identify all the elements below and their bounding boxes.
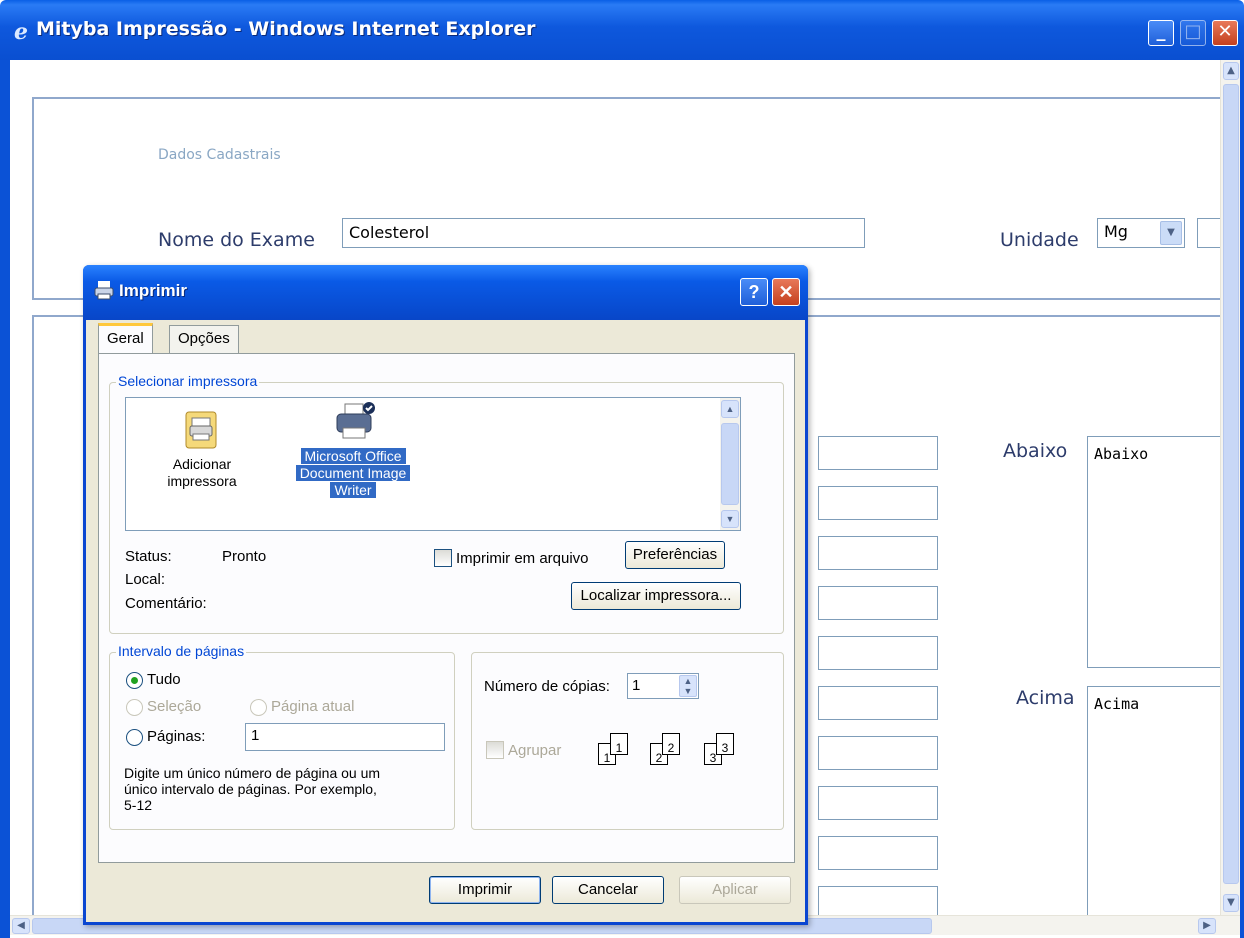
collate-page-icon: 1 [610,733,628,755]
dialog-title: Imprimir [119,281,188,300]
printer-label: Adicionar [172,456,232,472]
pages-hint-line: 5-12 [124,797,153,813]
value-field[interactable] [818,886,938,915]
print-to-file-checkbox[interactable] [434,549,452,567]
copies-label: Número de cópias: [484,678,610,695]
printer-icon [93,279,115,301]
below-label: Abaixo [1003,440,1068,462]
tab-page-geral: Selecionar impressora Adicionar impresso… [98,353,795,863]
collate-checkbox[interactable] [486,741,504,759]
above-label: Acima [1016,687,1075,709]
scroll-down-icon[interactable]: ▼ [1223,894,1239,912]
collate-label: Agrupar [508,742,562,759]
copies-spinner[interactable]: 1 ▲ ▼ [627,673,699,699]
find-printer-button[interactable]: Localizar impressora... [571,582,741,610]
internet-explorer-icon: e [14,19,28,45]
range-selection-radio[interactable] [126,699,143,716]
page-range-title: Intervalo de páginas [116,643,247,659]
tab-opcoes[interactable]: Opções [169,325,239,353]
printer-group-title: Selecionar impressora [116,373,260,389]
range-selection-label: Seleção [147,698,202,715]
copies-group: Número de cópias: 1 ▲ ▼ Agrupar 1 1 2 2 3… [471,652,784,830]
extra-field[interactable] [1197,218,1220,248]
apply-button[interactable]: Aplicar [679,876,791,904]
value-field[interactable] [818,836,938,870]
pages-hint-line: único intervalo de páginas. Por exemplo, [124,781,377,797]
value-field[interactable] [818,436,938,470]
status-label: Status: [125,548,172,565]
exam-name-label: Nome do Exame [158,229,315,251]
scroll-down-icon[interactable]: ▼ [721,510,739,528]
printer-list-scrollbar[interactable]: ▲ ▼ [720,398,740,530]
vertical-scrollbar[interactable]: ▲ ▼ [1220,60,1240,915]
unit-select[interactable]: Mg ▼ [1097,218,1185,248]
value-field[interactable] [818,486,938,520]
printer-icon [331,400,375,444]
chevron-down-icon[interactable]: ▼ [1160,221,1182,245]
location-label: Local: [125,571,166,588]
value-field[interactable] [818,536,938,570]
close-dialog-button[interactable]: ✕ [772,278,800,306]
above-textarea[interactable]: Acima [1087,686,1220,915]
value-field[interactable] [818,686,938,720]
value-field[interactable] [818,736,938,770]
scroll-left-icon[interactable]: ◀ [12,918,30,934]
print-button[interactable]: Imprimir [429,876,541,904]
scroll-thumb[interactable] [1223,84,1239,884]
unit-select-value: Mg [1104,222,1128,241]
cancel-button[interactable]: Cancelar [552,876,664,904]
printer-group: Selecionar impressora Adicionar impresso… [109,373,784,634]
preferences-button[interactable]: Preferências [625,541,725,569]
section-caption: Dados Cadastrais [158,147,281,163]
range-pages-radio[interactable] [126,729,143,746]
range-current-radio[interactable] [250,699,267,716]
spin-updown-icon[interactable]: ▲ ▼ [679,675,697,697]
range-all-label: Tudo [147,671,181,688]
collate-page-icon: 2 [662,733,680,755]
window-title: Mityba Impressão - Windows Internet Expl… [36,18,536,40]
page-range-group: Intervalo de páginas Tudo Seleção Página… [109,643,455,830]
minimize-button[interactable]: _ [1148,20,1174,46]
scroll-up-icon[interactable]: ▲ [1223,62,1239,80]
range-all-radio[interactable] [126,672,143,689]
pages-hint: Digite um único número de página ou um ú… [124,765,380,813]
range-current-label: Página atual [271,698,355,715]
close-window-button[interactable]: ✕ [1212,20,1238,46]
status-value: Pronto [222,548,267,565]
below-textarea[interactable]: Abaixo [1087,436,1220,668]
comment-label: Comentário: [125,595,207,612]
maximize-button[interactable]: □ [1180,20,1206,46]
pages-hint-line: Digite um único número de página ou um [124,765,381,781]
help-button[interactable]: ? [740,278,768,306]
copies-value: 1 [632,677,641,694]
printer-label: Document Image [295,465,411,481]
printer-item-mod[interactable]: Microsoft Office Document Image Writer [284,400,422,499]
window-frame-right [1240,60,1244,938]
dialog-title-bar[interactable]: Imprimir ? ✕ [83,265,808,320]
printer-label: impressora [167,473,237,489]
exam-name-input[interactable]: Colesterol [342,218,865,248]
pages-input[interactable]: 1 [245,723,445,751]
collate-page-icon: 3 [716,733,734,755]
value-field[interactable] [818,586,938,620]
scroll-up-icon[interactable]: ▲ [721,400,739,418]
browser-title-bar[interactable]: e Mityba Impressão - Windows Internet Ex… [0,0,1244,60]
window-frame-left [0,60,10,938]
tab-geral[interactable]: Geral [98,323,153,353]
printer-list[interactable]: Adicionar impressora Microsoft Office Do… [125,397,741,531]
print-dialog: Imprimir ? ✕ Geral Opções Selecionar imp… [83,265,808,925]
unit-label: Unidade [1000,229,1079,251]
scroll-thumb[interactable] [721,423,739,505]
scroll-right-icon[interactable]: ▶ [1198,918,1216,934]
print-to-file-label: Imprimir em arquivo [456,550,589,567]
printer-label: Writer [330,482,376,498]
printer-item-add[interactable]: Adicionar impressora [152,408,252,490]
range-pages-label: Páginas: [147,728,206,745]
value-field[interactable] [818,636,938,670]
add-printer-icon [180,408,224,452]
printer-label: Microsoft Office [300,448,406,464]
value-field[interactable] [818,786,938,820]
